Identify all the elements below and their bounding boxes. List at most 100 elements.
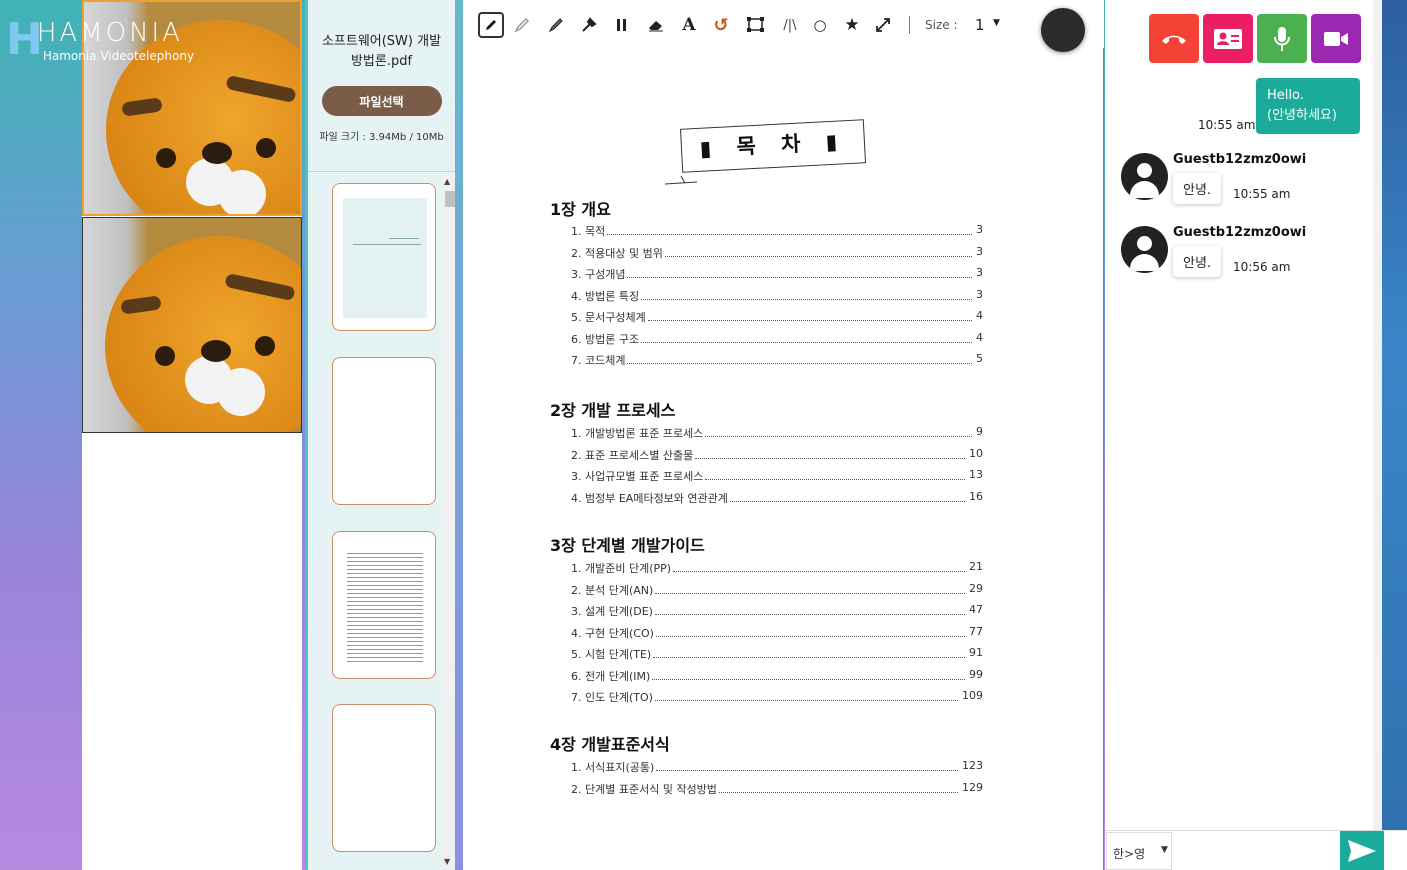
message-time: 10:55 am [1233, 187, 1291, 201]
page-thumbnail[interactable] [332, 531, 436, 679]
toc-entry[interactable]: 1. 개발준비 단계(PP) 21 [571, 560, 983, 576]
document-viewer: A ↺ /|\ ○ ★ Size : 1 ▼ ▮ 목 차 ▮ 1장 개요 1. 목… [463, 0, 1104, 870]
toc-entry-page: 10 [969, 446, 983, 460]
toc-entry-page: 109 [962, 689, 983, 702]
chat-message-input[interactable] [1175, 835, 1335, 867]
select-icon[interactable] [744, 13, 768, 37]
page-thumbnail[interactable] [332, 183, 436, 331]
size-select[interactable]: 1 [975, 16, 985, 34]
toc-entry-page: 5 [976, 352, 983, 365]
scroll-down-icon[interactable]: ▼ [444, 857, 450, 866]
toc-entry-page: 29 [969, 581, 983, 595]
toc-entry[interactable]: 4. 방법론 특징 3 [571, 288, 983, 304]
toc-entry[interactable]: 3. 설계 단계(DE) 47 [571, 603, 983, 619]
toc-entry-page: 3 [976, 287, 983, 301]
video-camera-icon [1324, 31, 1348, 46]
toc-entry-page: 9 [976, 425, 983, 438]
chat-scrollbar[interactable] [1373, 0, 1382, 830]
toc-entry[interactable]: 7. 코드체계 5 [571, 352, 983, 368]
toc-entry-label: 2. 단계별 표준서식 및 작성방법 [571, 782, 717, 796]
toc-entry-label: 4. 방법론 특징 [571, 289, 640, 303]
toc-entry[interactable]: 4. 구현 단계(CO) 77 [571, 625, 983, 641]
toc-entry[interactable]: 4. 범정부 EA메타정보와 연관관계 16 [571, 490, 983, 506]
toc-entry-label: 7. 코드체계 [571, 354, 626, 367]
file-select-button[interactable]: 파일선택 [321, 86, 442, 116]
video-column [82, 0, 302, 870]
toc-entry[interactable]: 1. 개발방법론 표준 프로세스 9 [571, 425, 983, 441]
app-logo: H HAMONIA Hamonia Videotelephony [6, 18, 194, 63]
toc-entry[interactable]: 1. 목적 3 [571, 223, 983, 239]
star-icon[interactable]: ★ [840, 13, 864, 37]
document-page[interactable]: ▮ 목 차 ▮ 1장 개요 1. 목적 3 2. 적용대상 및 범위 3 3. 구성개념 3… [463, 48, 1104, 870]
scroll-up-icon[interactable]: ▲ [444, 177, 450, 186]
fullscreen-icon[interactable] [871, 13, 895, 37]
file-panel: 소프트웨어(SW) 개발 방법론.pdf 파일선택 파일 크기 : 3.94Mb… [305, 0, 455, 870]
toc-entry-page: 77 [969, 624, 983, 638]
video-tile-remote[interactable] [82, 217, 302, 433]
message-time: 10:56 am [1233, 260, 1291, 274]
toc-entry[interactable]: 2. 표준 프로세스별 산출물 10 [571, 447, 983, 463]
toc-entry-label: 6. 전개 단계(IM) [571, 669, 651, 683]
title-scribble [664, 175, 698, 185]
highlighter-icon[interactable] [610, 13, 634, 37]
pen-icon[interactable] [478, 12, 504, 38]
mic-button[interactable] [1257, 14, 1307, 63]
scrollbar-thumb[interactable] [445, 191, 455, 207]
hangup-button[interactable] [1149, 14, 1199, 63]
toc-entry[interactable]: 2. 분석 단계(AN) 29 [571, 582, 983, 598]
page-thumbnails [308, 173, 442, 870]
chevron-down-icon: ▼ [1161, 845, 1168, 855]
sender-name: Guestb12zmz0owi [1173, 225, 1307, 240]
toc-entry[interactable]: 6. 방법론 구조 4 [571, 331, 983, 347]
thumbnail-scrollbar[interactable]: ▲ ▼ [442, 173, 455, 870]
page-thumbnail[interactable] [332, 357, 436, 505]
language-toggle[interactable]: 한>영 ▼ [1106, 832, 1172, 870]
undo-icon[interactable]: ↺ [709, 13, 733, 37]
toc-entry-page: 4 [976, 330, 983, 344]
video-button[interactable] [1311, 14, 1361, 63]
contact-card-icon [1214, 28, 1242, 49]
color-picker-button[interactable] [1041, 8, 1085, 52]
pencil-icon[interactable] [510, 13, 534, 37]
send-button[interactable] [1340, 831, 1384, 870]
toc-entry-label: 6. 방법론 구조 [571, 332, 640, 346]
toc-entry-page: 4 [976, 309, 983, 322]
avatar [1121, 226, 1168, 273]
line-icon[interactable]: /|\ [778, 13, 802, 37]
toc-entry[interactable]: 3. 구성개념 3 [571, 266, 983, 282]
contact-button[interactable] [1203, 14, 1253, 63]
logo-name: HAMONIA [36, 18, 183, 48]
toc-entry[interactable]: 5. 시험 단계(TE) 91 [571, 646, 983, 662]
microphone-icon [1274, 26, 1290, 51]
eraser-icon[interactable] [644, 13, 668, 37]
toc-leader-dots [607, 223, 972, 235]
toc-leader-dots [654, 603, 965, 615]
toc-entry[interactable]: 2. 단계별 표준서식 및 작성방법 129 [571, 781, 983, 797]
chevron-down-icon[interactable]: ▼ [993, 18, 1000, 28]
toc-leader-dots [664, 245, 972, 257]
panel-divider [455, 0, 463, 870]
sender-name: Guestb12zmz0owi [1173, 152, 1307, 167]
toc-entry-page: 13 [969, 468, 983, 481]
toc-entry[interactable]: 3. 사업규모별 표준 프로세스 13 [571, 468, 983, 484]
toc-leader-dots [673, 560, 965, 572]
toc-entry[interactable]: 2. 적용대상 및 범위 3 [571, 245, 983, 261]
toc-entry[interactable]: 6. 전개 단계(IM) 99 [571, 668, 983, 684]
drawing-toolbar: A ↺ /|\ ○ ★ Size : 1 ▼ [463, 0, 1104, 52]
text-icon[interactable]: A [677, 13, 701, 37]
toc-entry[interactable]: 1. 서식표지(공통) 123 [571, 759, 983, 775]
marker-icon[interactable] [544, 13, 568, 37]
my-message-bubble: Hello. (안녕하세요) [1256, 78, 1360, 134]
toc-entry-page: 129 [962, 780, 983, 794]
toc-leader-dots [627, 266, 972, 278]
toc-leader-dots [655, 582, 965, 594]
toc-leader-dots [718, 781, 958, 793]
toc-entry[interactable]: 5. 문서구성체계 4 [571, 309, 983, 325]
magic-pen-icon[interactable] [577, 13, 601, 37]
toc-entry[interactable]: 7. 인도 단계(TO) 109 [571, 689, 983, 705]
toc-leader-dots [695, 447, 965, 459]
chapter-heading: 3장 단계별 개발가이드 [550, 536, 705, 555]
toc-entry-label: 1. 서식표지(공통) [571, 761, 655, 774]
circle-icon[interactable]: ○ [808, 13, 832, 37]
page-thumbnail[interactable] [332, 704, 436, 852]
